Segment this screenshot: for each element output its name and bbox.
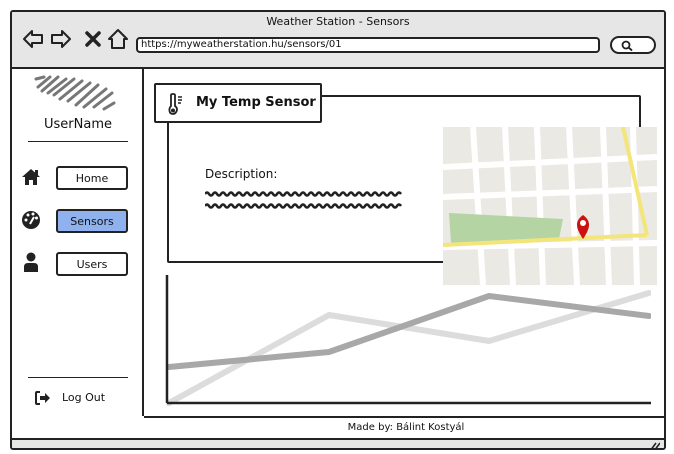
main-content: Description: My Temp Sensor	[144, 69, 664, 416]
status-bar	[12, 438, 664, 450]
location-map[interactable]	[443, 127, 657, 285]
sensor-card-header: My Temp Sensor	[154, 83, 322, 123]
url-bar[interactable]: https://myweatherstation.hu/sensors/01	[136, 37, 600, 53]
logout-link[interactable]: Log Out	[62, 391, 105, 404]
browser-window: Weather Station - Sensors https://myweat…	[10, 10, 666, 450]
logout-icon[interactable]	[35, 391, 51, 405]
series-line-0	[166, 293, 651, 370]
browser-toolbar: Weather Station - Sensors https://myweat…	[12, 12, 664, 69]
x-icon[interactable]	[82, 28, 104, 50]
sidebar: UserName Home Sensors Users Log Out	[12, 69, 144, 416]
search-button[interactable]	[610, 36, 656, 54]
divider	[28, 377, 128, 378]
divider	[28, 141, 128, 142]
left-arrow-outline-icon[interactable]	[22, 28, 44, 50]
map-canvas	[443, 127, 657, 285]
footer: Made by: Bálint Kostyál	[144, 416, 664, 438]
sidebar-item-sensors[interactable]: Sensors	[56, 209, 128, 233]
sidebar-item-label: Home	[75, 171, 109, 185]
thermometer-icon	[168, 93, 182, 115]
home-icon	[22, 169, 40, 185]
user-icon	[24, 252, 38, 272]
sidebar-item-label: Sensors	[70, 214, 114, 228]
description-label: Description:	[205, 167, 278, 181]
resize-grip-icon[interactable]	[648, 441, 660, 450]
sensor-title: My Temp Sensor	[196, 95, 316, 110]
sidebar-item-users[interactable]: Users	[56, 252, 128, 276]
sidebar-item-home[interactable]: Home	[56, 166, 128, 190]
search-icon	[621, 40, 633, 51]
avatar	[34, 75, 116, 111]
dashboard-icon	[22, 211, 40, 229]
username: UserName	[44, 117, 112, 132]
description-text	[205, 203, 403, 209]
window-title: Weather Station - Sensors	[266, 15, 410, 28]
home-outline-icon[interactable]	[107, 28, 129, 50]
sensor-chart	[165, 275, 651, 406]
sidebar-item-label: Users	[76, 257, 108, 271]
right-arrow-outline-icon[interactable]	[50, 28, 72, 50]
description-text	[205, 191, 403, 197]
